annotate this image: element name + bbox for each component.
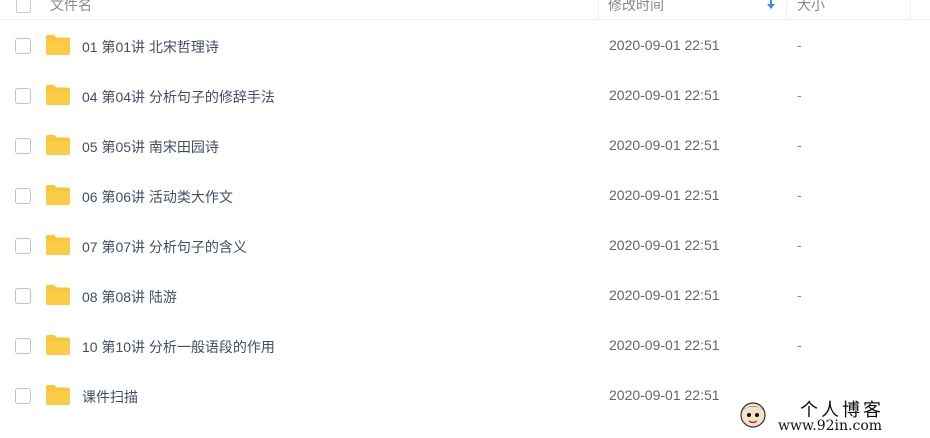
folder-icon	[46, 85, 70, 105]
file-modified-time: 2020-09-01 22:51	[609, 237, 720, 253]
row-checkbox[interactable]	[15, 338, 31, 354]
file-list: 01 第01讲 北宋哲理诗 2020-09-01 22:51 - 04 第04讲…	[0, 21, 930, 421]
file-modified-time: 2020-09-01 22:51	[609, 287, 720, 303]
file-name[interactable]: 07 第07讲 分析句子的含义	[82, 237, 247, 257]
folder-icon	[46, 335, 70, 355]
file-modified-time: 2020-09-01 22:51	[609, 187, 720, 203]
column-header-modified-time[interactable]: 修改时间	[608, 0, 664, 15]
file-name[interactable]: 06 第06讲 活动类大作文	[82, 187, 233, 207]
row-checkbox[interactable]	[15, 138, 31, 154]
file-list-header: 文件名 修改时间 大小	[0, 0, 930, 20]
file-size: -	[797, 287, 802, 303]
file-name[interactable]: 01 第01讲 北宋哲理诗	[82, 37, 219, 57]
file-size: -	[797, 87, 802, 103]
file-name[interactable]: 08 第08讲 陆游	[82, 287, 177, 307]
cartoon-face-icon	[740, 402, 766, 428]
file-size: -	[797, 187, 802, 203]
file-name[interactable]: 05 第05讲 南宋田园诗	[82, 137, 219, 157]
blog-watermark: 个人博客 www.92in.com	[738, 396, 930, 438]
file-size: -	[797, 237, 802, 253]
file-row[interactable]: 10 第10讲 分析一般语段的作用 2020-09-01 22:51 -	[0, 321, 930, 371]
row-checkbox[interactable]	[15, 38, 31, 54]
column-divider	[598, 0, 599, 20]
column-divider	[786, 0, 787, 20]
folder-icon	[46, 185, 70, 205]
folder-icon	[46, 35, 70, 55]
folder-icon	[46, 135, 70, 155]
row-checkbox[interactable]	[15, 388, 31, 404]
arrow-down-icon[interactable]	[766, 0, 776, 10]
row-checkbox[interactable]	[15, 188, 31, 204]
file-modified-time: 2020-09-01 22:51	[609, 337, 720, 353]
select-all-checkbox[interactable]	[16, 0, 31, 13]
watermark-url: www.92in.com	[778, 418, 883, 434]
file-row[interactable]: 06 第06讲 活动类大作文 2020-09-01 22:51 -	[0, 171, 930, 221]
file-name[interactable]: 04 第04讲 分析句子的修辞手法	[82, 87, 275, 107]
row-checkbox[interactable]	[15, 88, 31, 104]
file-row[interactable]: 04 第04讲 分析句子的修辞手法 2020-09-01 22:51 -	[0, 71, 930, 121]
file-modified-time: 2020-09-01 22:51	[609, 87, 720, 103]
folder-icon	[46, 235, 70, 255]
folder-icon	[46, 385, 70, 405]
file-modified-time: 2020-09-01 22:51	[609, 37, 720, 53]
file-row[interactable]: 07 第07讲 分析句子的含义 2020-09-01 22:51 -	[0, 221, 930, 271]
file-row[interactable]: 08 第08讲 陆游 2020-09-01 22:51 -	[0, 271, 930, 321]
file-modified-time: 2020-09-01 22:51	[609, 387, 720, 403]
file-row[interactable]: 01 第01讲 北宋哲理诗 2020-09-01 22:51 -	[0, 21, 930, 71]
file-row[interactable]: 05 第05讲 南宋田园诗 2020-09-01 22:51 -	[0, 121, 930, 171]
file-name[interactable]: 10 第10讲 分析一般语段的作用	[82, 337, 275, 357]
row-checkbox[interactable]	[15, 238, 31, 254]
file-name[interactable]: 课件扫描	[82, 387, 138, 407]
column-divider	[910, 0, 911, 20]
file-modified-time: 2020-09-01 22:51	[609, 137, 720, 153]
column-header-name[interactable]: 文件名	[50, 0, 92, 15]
row-checkbox[interactable]	[15, 288, 31, 304]
file-size: -	[797, 37, 802, 53]
folder-icon	[46, 285, 70, 305]
file-size: -	[797, 137, 802, 153]
file-size: -	[797, 337, 802, 353]
column-header-size[interactable]: 大小	[797, 0, 825, 15]
